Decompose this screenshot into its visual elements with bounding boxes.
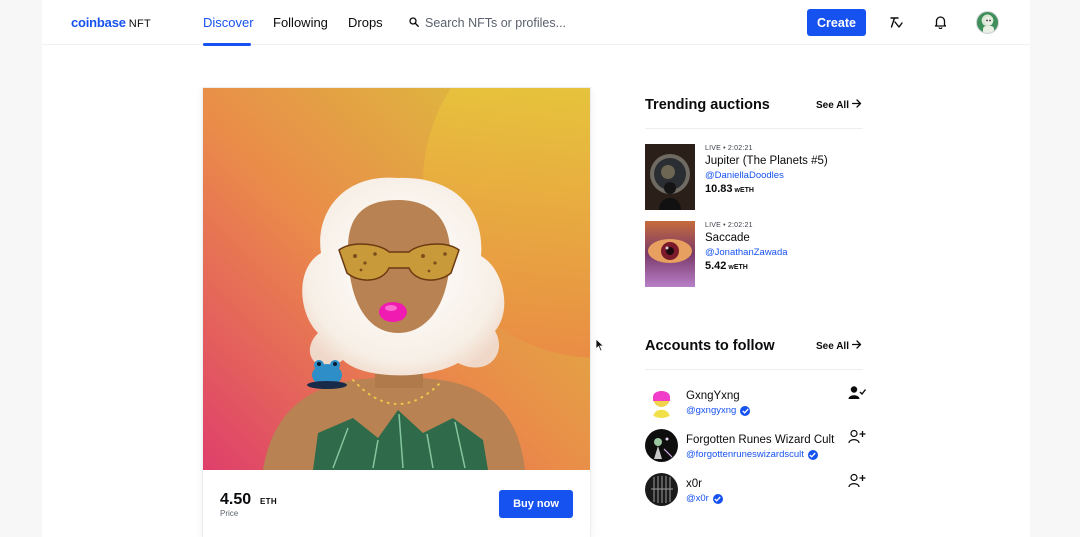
bid-unit: wETH [728,264,748,271]
search-icon [409,14,419,32]
price-currency: ETH [260,497,277,506]
featured-nft-card: 4.50 ETH Price Buy now [203,88,590,537]
see-all-label: See All [816,99,849,111]
account-avatar [645,473,678,506]
logo-suffix: NFT [128,18,152,30]
active-tab-indicator [203,43,251,46]
create-button[interactable]: Create [807,9,866,36]
account-name: Forgotten Runes Wizard Cult [686,434,835,446]
account-avatar [645,429,678,462]
account-name: GxngYxng [686,390,740,402]
account-handle: @x0r [686,493,723,504]
verified-icon [740,405,751,416]
auction-status: LIVE • 2:02:21 [705,145,753,152]
auction-item[interactable]: LIVE • 2:02:21 Saccade @JonathanZawada 5… [645,221,865,289]
auction-bid: 10.83 wETH [705,183,754,195]
auction-name: Saccade [705,232,750,244]
featured-nft-artwork[interactable] [203,88,590,470]
account-handle-text: @gxngyxng [686,405,737,416]
nft-price: 4.50 [220,491,252,508]
account-name: x0r [686,478,702,490]
auction-bid: 5.42 wETH [705,260,748,272]
tab-discover[interactable]: Discover [203,15,254,30]
bid-unit: wETH [734,187,754,194]
user-check-icon[interactable] [848,385,868,401]
verified-icon [712,493,723,504]
account-handle: @forgottenruneswizardscult [686,449,818,460]
search-bar[interactable] [409,13,659,33]
auction-thumbnail [645,144,695,210]
auction-status: LIVE • 2:02:21 [705,222,753,229]
trending-see-all-link[interactable]: See All [816,99,862,111]
search-input[interactable] [425,16,645,30]
account-avatar [645,385,678,418]
mouse-cursor-icon [595,338,605,352]
page: coinbaseNFT Discover Following Drops Cre… [42,0,1030,537]
tab-drops[interactable]: Drops [348,15,383,30]
account-item[interactable]: GxngYxng @gxngyxng [645,385,869,423]
account-item[interactable]: x0r @x0r [645,473,869,511]
verified-icon [807,449,818,460]
tab-following[interactable]: Following [273,15,328,30]
see-all-label: See All [816,340,849,352]
divider [645,369,863,370]
auction-name: Jupiter (The Planets #5) [705,155,828,167]
price-label: Price [220,509,239,518]
activity-icon[interactable] [887,13,905,31]
account-handle: @gxngyxng [686,405,751,416]
accounts-see-all-link[interactable]: See All [816,340,862,352]
arrow-right-icon [851,340,862,352]
logo-text: coinbase [71,15,126,30]
bid-amount: 10.83 [705,183,733,195]
account-handle-text: @x0r [686,493,709,504]
divider [645,128,863,129]
account-item[interactable]: Forgotten Runes Wizard Cult @forgottenru… [645,429,869,467]
arrow-right-icon [851,99,862,111]
accounts-to-follow-title: Accounts to follow [645,338,775,354]
buy-now-button[interactable]: Buy now [499,490,573,518]
coinbase-nft-logo[interactable]: coinbase NFT [71,15,151,30]
user-plus-icon[interactable] [848,429,868,445]
auction-creator-link[interactable]: @JonathanZawada [705,247,788,258]
top-nav: coinbaseNFT Discover Following Drops Cre… [42,0,1030,46]
auction-creator-link[interactable]: @DaniellaDoodles [705,170,784,181]
account-handle-text: @forgottenruneswizardscult [686,449,804,460]
trending-auctions-title: Trending auctions [645,97,770,113]
auction-item[interactable]: LIVE • 2:02:21 Jupiter (The Planets #5) … [645,144,865,212]
profile-avatar[interactable] [976,11,999,34]
bell-icon[interactable] [931,13,949,31]
auction-thumbnail [645,221,695,287]
user-plus-icon[interactable] [848,473,868,489]
bid-amount: 5.42 [705,260,727,272]
